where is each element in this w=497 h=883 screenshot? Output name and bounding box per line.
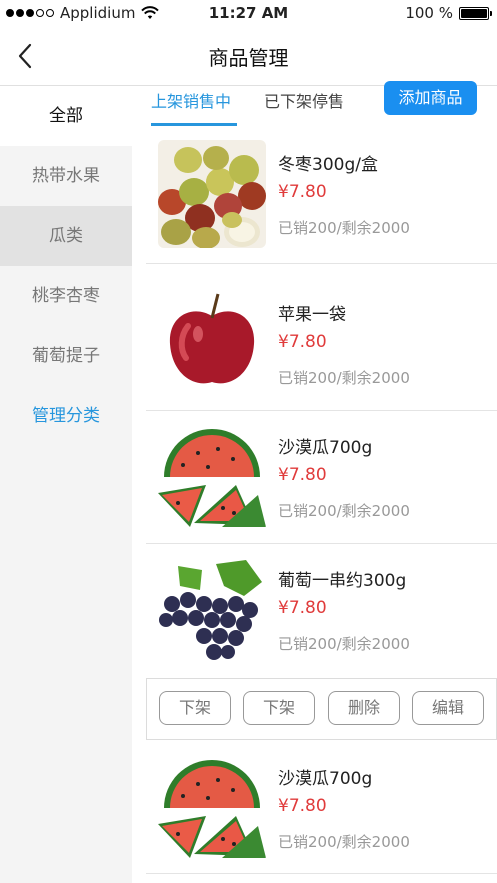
sidebar-item-melons[interactable]: 瓜类 bbox=[0, 206, 132, 266]
product-name: 苹果一袋 bbox=[278, 305, 346, 325]
product-action-bar: 下架 下架 删除 编辑 bbox=[146, 678, 497, 740]
take-off-shelf-button[interactable]: 下架 bbox=[159, 691, 231, 725]
take-off-shelf-button-2[interactable]: 下架 bbox=[243, 691, 315, 725]
product-price: ¥7.80 bbox=[278, 182, 327, 202]
product-stock: 已销200/剩余2000 bbox=[278, 369, 410, 387]
product-price: ¥7.80 bbox=[278, 465, 327, 485]
battery-icon bbox=[459, 6, 492, 20]
product-name: 冬枣300g/盒 bbox=[278, 155, 378, 175]
product-name: 葡萄一串约300g bbox=[278, 571, 407, 591]
apple-image bbox=[158, 286, 266, 394]
list-item[interactable]: 冬枣300g/盒 ¥7.80 已销200/剩余2000 bbox=[146, 128, 497, 264]
product-price: ¥7.80 bbox=[278, 598, 327, 618]
product-stock: 已销200/剩余2000 bbox=[278, 635, 410, 653]
list-item[interactable]: 苹果一袋 ¥7.80 已销200/剩余2000 bbox=[146, 264, 497, 411]
jujube-image bbox=[158, 140, 266, 248]
watermelon-image bbox=[158, 423, 266, 531]
product-name: 沙漠瓜700g bbox=[278, 769, 373, 789]
product-stock: 已销200/剩余2000 bbox=[278, 502, 410, 520]
delete-button[interactable]: 删除 bbox=[328, 691, 400, 725]
list-item[interactable]: 沙漠瓜700g ¥7.80 已销200/剩余2000 bbox=[146, 411, 497, 544]
sidebar-item-manage-categories[interactable]: 管理分类 bbox=[0, 386, 132, 446]
tab-active-indicator bbox=[151, 123, 237, 126]
status-tabs: 上架销售中 已下架停售 添加商品 bbox=[132, 81, 497, 128]
sidebar-item-grapes[interactable]: 葡萄提子 bbox=[0, 326, 132, 386]
product-list: 冬枣300g/盒 ¥7.80 已销200/剩余2000 苹果一袋 ¥7.80 已… bbox=[146, 128, 497, 874]
page-title: 商品管理 bbox=[208, 46, 289, 70]
tab-on-sale[interactable]: 上架销售中 bbox=[151, 88, 231, 112]
sidebar-item-stone-fruit[interactable]: 桃李杏枣 bbox=[0, 266, 132, 326]
edit-button[interactable]: 编辑 bbox=[412, 691, 484, 725]
category-sidebar: 全部 热带水果 瓜类 桃李杏枣 葡萄提子 管理分类 bbox=[0, 86, 132, 883]
product-stock: 已销200/剩余2000 bbox=[278, 833, 410, 851]
product-price: ¥7.80 bbox=[278, 796, 327, 816]
battery-percentage: 100 % bbox=[405, 4, 453, 22]
sidebar-item-all[interactable]: 全部 bbox=[0, 86, 132, 146]
product-name: 沙漠瓜700g bbox=[278, 438, 373, 458]
product-price: ¥7.80 bbox=[278, 332, 327, 352]
product-stock: 已销200/剩余2000 bbox=[278, 219, 410, 237]
sidebar-item-tropical-fruit[interactable]: 热带水果 bbox=[0, 146, 132, 206]
navigation-bar: 商品管理 bbox=[0, 26, 497, 86]
add-product-button[interactable]: 添加商品 bbox=[384, 81, 477, 115]
status-bar: Applidium 11:27 AM 100 % bbox=[0, 0, 497, 26]
tab-off-shelf[interactable]: 已下架停售 bbox=[264, 88, 344, 112]
watermelon-image bbox=[158, 754, 266, 862]
grape-image bbox=[158, 556, 266, 664]
status-right: 100 % bbox=[405, 4, 492, 22]
list-item[interactable]: 葡萄一串约300g ¥7.80 已销200/剩余2000 bbox=[146, 544, 497, 678]
list-item[interactable]: 沙漠瓜700g ¥7.80 已销200/剩余2000 bbox=[146, 740, 497, 874]
